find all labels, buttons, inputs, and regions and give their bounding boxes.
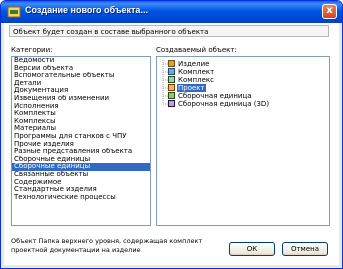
object-item[interactable]: Сборочная единица (3D) bbox=[157, 100, 329, 108]
object-item[interactable]: Сборочная единица bbox=[157, 92, 329, 100]
category-item[interactable]: Технологические процессы bbox=[12, 194, 150, 202]
category-item[interactable]: Материалы bbox=[12, 125, 150, 133]
object-item[interactable]: Изделие bbox=[157, 60, 329, 68]
object-item-label: Комплект bbox=[178, 68, 215, 76]
object-item-label: Проект bbox=[177, 84, 206, 92]
category-item[interactable]: Версии объекта bbox=[12, 65, 150, 73]
category-item[interactable]: Стандартные изделия bbox=[12, 186, 150, 194]
object-item-label: Изделие bbox=[178, 60, 210, 68]
close-button[interactable]: x bbox=[322, 4, 337, 19]
dialog-window: Создание нового объекта... x Объект буде… bbox=[0, 0, 343, 269]
categories-label: Категории: bbox=[11, 46, 53, 54]
close-icon: x bbox=[326, 5, 333, 16]
product-icon bbox=[168, 60, 175, 67]
ok-button[interactable]: ОК bbox=[229, 242, 275, 256]
window-title: Создание нового объекта... bbox=[25, 5, 148, 15]
cancel-button[interactable]: Отмена bbox=[282, 242, 328, 256]
categories-list[interactable]: Ведомости Версии объекта Вспомогательные о… bbox=[11, 56, 151, 226]
objects-label: Создаваемый объект: bbox=[156, 46, 237, 54]
category-item[interactable]: Программы для станков с ЧПУ bbox=[12, 133, 150, 141]
category-item[interactable]: Исполнения bbox=[12, 103, 150, 111]
category-item[interactable]: Извещения об изменении bbox=[12, 95, 150, 103]
object-item[interactable]: Комплекс bbox=[157, 76, 329, 84]
object-item[interactable]: Проект bbox=[157, 84, 329, 92]
category-item[interactable]: Прочие изделия bbox=[12, 141, 150, 149]
category-item[interactable]: Сборочные единицы bbox=[12, 163, 150, 171]
objects-tree[interactable]: Изделие Комплект Комплекс Проект Сборочная е… bbox=[156, 56, 330, 226]
project-icon bbox=[168, 84, 175, 91]
object-item-label: Сборочная единица (3D) bbox=[178, 100, 270, 108]
category-item[interactable]: Связанные объекты bbox=[12, 171, 150, 179]
assembly-3d-icon bbox=[168, 100, 175, 107]
category-item[interactable]: Содержимое bbox=[12, 179, 150, 187]
description-box: Объект будет создан в составе выбранного… bbox=[9, 25, 329, 37]
category-item[interactable]: Комплекты bbox=[12, 110, 150, 118]
object-item-label: Сборочная единица bbox=[178, 92, 252, 100]
title-bar[interactable]: Создание нового объекта... x bbox=[1, 1, 342, 23]
category-item[interactable]: Ведомости bbox=[12, 57, 150, 65]
category-item[interactable]: Вспомогательные объекты bbox=[12, 72, 150, 80]
assembly-icon bbox=[168, 92, 175, 99]
object-item[interactable]: Комплект bbox=[157, 68, 329, 76]
category-item[interactable]: Сборочные единицы bbox=[12, 156, 150, 164]
app-icon bbox=[7, 6, 21, 18]
kit-icon bbox=[168, 68, 175, 75]
object-description: Объект Папка верхнего уровня, содержащая… bbox=[11, 237, 203, 254]
object-item-label: Комплекс bbox=[178, 76, 214, 84]
category-item[interactable]: Детали bbox=[12, 80, 150, 88]
category-item[interactable]: Комплексы bbox=[12, 118, 150, 126]
category-item[interactable]: Разные представления объекта bbox=[12, 148, 150, 156]
category-item[interactable]: Документация bbox=[12, 87, 150, 95]
complex-icon bbox=[168, 76, 175, 83]
